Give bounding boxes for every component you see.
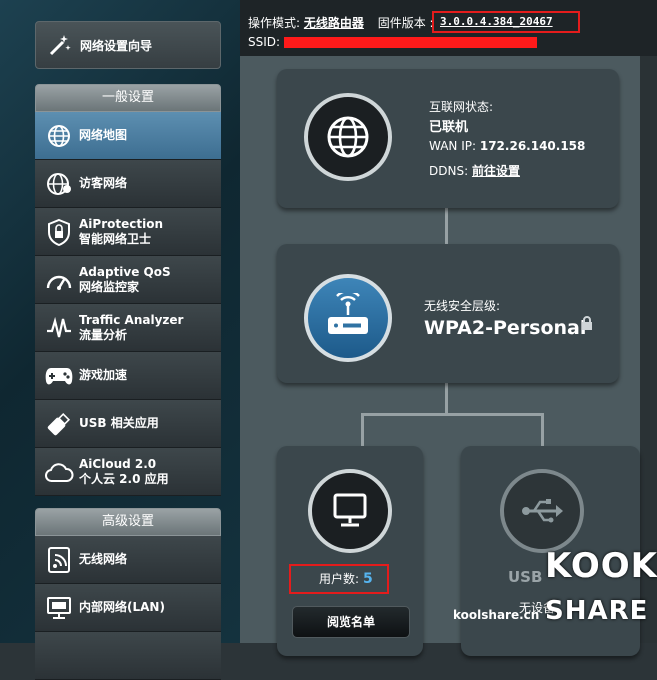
speedometer-icon (41, 262, 77, 298)
ssid-label: SSID: (248, 35, 281, 49)
connector-line (361, 413, 544, 416)
firmware-version-link[interactable]: 3.0.0.4.384_20467 (432, 11, 580, 33)
sidebar-item-sublabel: 网络监控家 (79, 279, 140, 294)
internet-globe-button[interactable] (304, 93, 392, 181)
sidebar-item-label: 无线网络 (79, 552, 128, 566)
wand-icon (42, 27, 78, 63)
sidebar-item-sublabel: 个人云 2.0 应用 (79, 471, 169, 486)
gamepad-icon (41, 358, 77, 394)
quick-setup-wizard-button[interactable]: 网络设置向导 (35, 21, 221, 69)
client-count-value: 5 (363, 571, 373, 587)
sidebar-item-label: USB 相关应用 (79, 416, 159, 430)
operation-mode: 操作模式: 无线路由器 固件版本 : (248, 14, 434, 31)
sidebar-item-label: 访客网络 (79, 176, 128, 190)
sidebar-item-label: Traffic Analyzer (79, 312, 184, 327)
wan-ip: WAN IP: 172.26.140.158 (429, 139, 585, 153)
connector-line (541, 413, 544, 447)
ssid-redacted (284, 37, 537, 48)
wizard-label: 网络设置向导 (80, 38, 153, 53)
usb-button[interactable] (500, 469, 584, 553)
sidebar-item-label: 网络地图 (79, 128, 128, 142)
lock-icon (580, 315, 594, 335)
sidebar-item-label: AiCloud 2.0 (79, 456, 157, 471)
usb-symbol-icon (522, 499, 563, 523)
guest-globe-icon (41, 166, 77, 202)
client-count: 用户数: 5 (289, 564, 389, 594)
sidebar-item-traffic-analyzer[interactable]: Traffic Analyzer 流量分析 (35, 304, 221, 352)
wireless-doc-icon (41, 542, 77, 578)
wan-ip-label: WAN IP: (429, 139, 477, 153)
mode-link[interactable]: 无线路由器 (304, 16, 364, 30)
sidebar-item-aicloud[interactable]: AiCloud 2.0 个人云 2.0 应用 (35, 448, 221, 496)
cloud-icon (41, 454, 77, 490)
sidebar-item-next[interactable] (35, 632, 221, 680)
wan-ip-value: 172.26.140.158 (479, 139, 586, 153)
security-level-value: WPA2-Personal (424, 317, 587, 339)
general-settings-header: 一般设置 (35, 84, 221, 112)
sidebar-item-sublabel: 智能网络卫士 (79, 231, 152, 246)
sidebar-item-label: 游戏加速 (79, 368, 128, 382)
sidebar-item-adaptive-qos[interactable]: Adaptive QoS 网络监控家 (35, 256, 221, 304)
globe-icon (41, 118, 77, 154)
monitor-icon (333, 493, 367, 527)
shield-lock-icon (41, 214, 77, 250)
watermark-site: koolshare.cn (453, 608, 540, 622)
sidebar-item-label: Adaptive QoS (79, 264, 171, 279)
sidebar-item-label: 内部网络(LAN) (79, 600, 165, 614)
advanced-settings-header: 高级设置 (35, 508, 221, 536)
sidebar-item-aiprotection[interactable]: AiProtection 智能网络卫士 (35, 208, 221, 256)
lan-monitor-icon (41, 590, 77, 626)
sidebar-item-label: AiProtection (79, 216, 163, 231)
view-list-button[interactable]: 阅览名单 (292, 606, 410, 638)
sidebar-item-network-map[interactable]: 网络地图 (35, 112, 221, 160)
firmware-label: 固件版本 : (377, 16, 434, 30)
router-icon (328, 293, 368, 334)
ddns: DDNS: 前往设置 (429, 162, 520, 179)
usb-label: USB (508, 568, 543, 586)
router-button[interactable] (304, 274, 392, 362)
waveform-icon (41, 310, 77, 346)
watermark-brand-bottom: SHARE (545, 596, 649, 626)
internet-status-label: 互联网状态: (429, 100, 494, 114)
sidebar-item-guest-network[interactable]: 访客网络 (35, 160, 221, 208)
sidebar-item-usb-apps[interactable]: USB 相关应用 (35, 400, 221, 448)
watermark-brand-top: KOOK (545, 546, 657, 586)
sidebar-item-sublabel: 流量分析 (79, 327, 128, 342)
connector-line (445, 207, 448, 244)
globe-icon (327, 116, 369, 158)
mode-label: 操作模式: (248, 16, 301, 30)
sidebar-item-game-boost[interactable]: 游戏加速 (35, 352, 221, 400)
sidebar-item-wireless[interactable]: 无线网络 (35, 536, 221, 584)
connector-line (445, 383, 448, 415)
usb-stick-icon (41, 406, 77, 442)
internet-status-value: 已联机 (429, 120, 469, 135)
ddns-label: DDNS: (429, 164, 469, 178)
clients-button[interactable] (308, 469, 392, 553)
client-count-label: 用户数: (319, 572, 360, 586)
sidebar-item-lan[interactable]: 内部网络(LAN) (35, 584, 221, 632)
security-level-label: 无线安全层级: (424, 299, 501, 313)
ddns-setup-link[interactable]: 前往设置 (472, 164, 520, 178)
connector-line (361, 413, 364, 447)
